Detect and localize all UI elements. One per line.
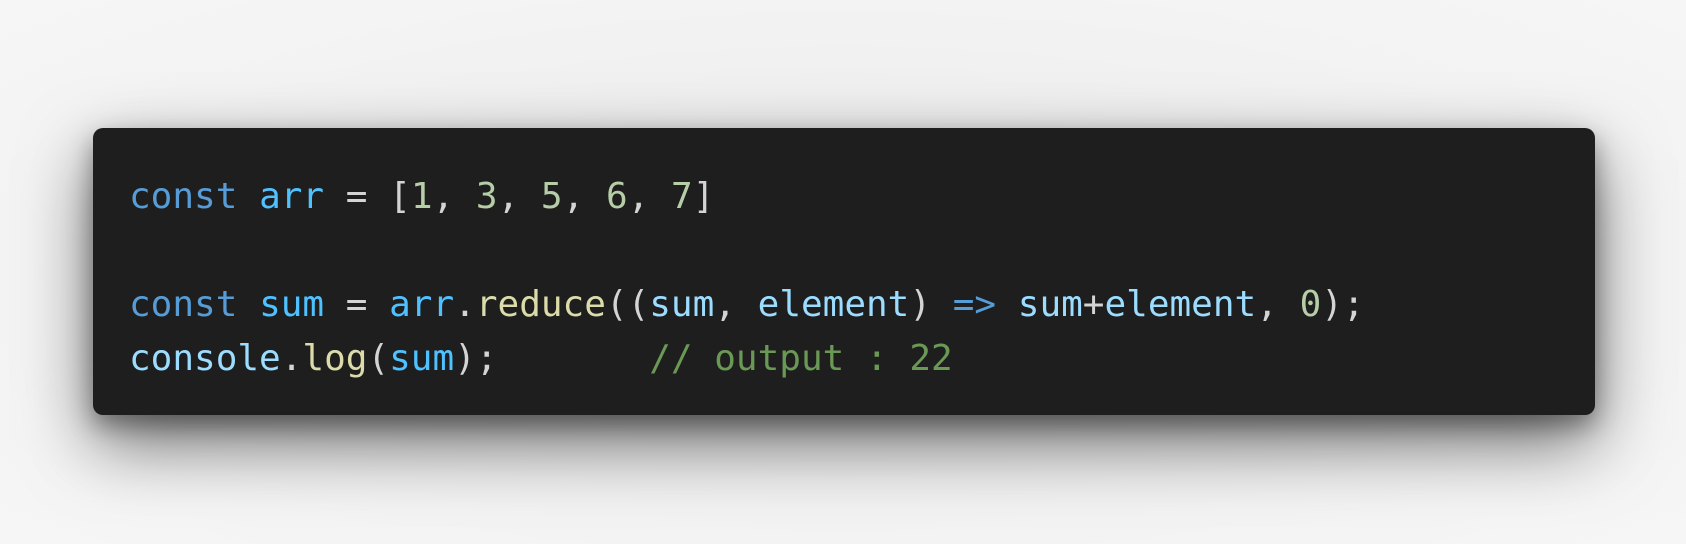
identifier-sum: sum bbox=[1017, 284, 1083, 325]
keyword-const: const bbox=[129, 284, 238, 325]
assign-operator: = bbox=[324, 284, 390, 325]
identifier-arr: arr bbox=[389, 284, 455, 325]
identifier-sum: sum bbox=[389, 338, 455, 379]
bracket-open: [ bbox=[389, 176, 411, 217]
separator: , bbox=[432, 176, 476, 217]
statement-end: ); bbox=[1321, 284, 1365, 325]
separator: , bbox=[497, 176, 541, 217]
paren-open: (( bbox=[605, 284, 650, 325]
identifier-element: element bbox=[1104, 284, 1257, 325]
identifier-console: console bbox=[129, 338, 281, 379]
assign-operator: = bbox=[324, 176, 390, 217]
number-literal: 6 bbox=[605, 176, 628, 217]
code-line-1: const arr = [1, 3, 5, 6, 7] bbox=[129, 170, 1595, 224]
code-snippet-window: const arr = [1, 3, 5, 6, 7] const sum = a… bbox=[93, 128, 1595, 415]
number-literal: 3 bbox=[475, 176, 498, 217]
dot-operator: . bbox=[454, 284, 476, 325]
separator: , bbox=[1256, 284, 1300, 325]
number-literal: 0 bbox=[1299, 284, 1322, 325]
separator: , bbox=[714, 284, 758, 325]
arrow-operator: => bbox=[952, 284, 997, 325]
code-line-4: console.log(sum); // output : 22 bbox=[129, 332, 1595, 386]
plus-operator: + bbox=[1082, 284, 1105, 325]
method-log: log bbox=[302, 338, 368, 379]
number-literal: 1 bbox=[410, 176, 433, 217]
param-sum: sum bbox=[649, 284, 715, 325]
code-block: const arr = [1, 3, 5, 6, 7] const sum = a… bbox=[129, 170, 1595, 386]
method-reduce: reduce bbox=[475, 284, 606, 325]
paren-close: ) bbox=[909, 284, 953, 325]
code-line-2-empty bbox=[129, 224, 1595, 278]
number-literal: 5 bbox=[540, 176, 563, 217]
paren-open: ( bbox=[367, 338, 390, 379]
bracket-close: ] bbox=[692, 176, 715, 217]
param-element: element bbox=[757, 284, 910, 325]
separator: , bbox=[627, 176, 671, 217]
dot-operator: . bbox=[280, 338, 303, 379]
statement-end: ); bbox=[454, 338, 498, 379]
code-comment: // output : 22 bbox=[649, 338, 953, 379]
code-line-3: const sum = arr.reduce((sum, element) =>… bbox=[129, 278, 1595, 332]
identifier-sum: sum bbox=[259, 284, 325, 325]
identifier-arr: arr bbox=[259, 176, 325, 217]
keyword-const: const bbox=[129, 176, 238, 217]
separator: , bbox=[562, 176, 606, 217]
number-literal: 7 bbox=[671, 176, 693, 217]
